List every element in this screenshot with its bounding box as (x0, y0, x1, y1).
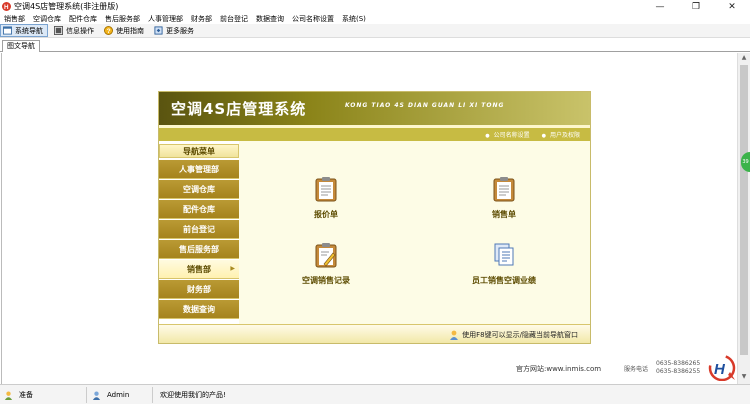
ac-sales-record-label: 空调销售记录 (302, 276, 350, 285)
maximize-button[interactable]: ❐ (678, 0, 714, 13)
user-icon (450, 330, 459, 340)
tab-graphic-navigation[interactable]: 图文导航 (2, 40, 40, 52)
sidebar-item-hr[interactable]: 人事管理部 (159, 160, 239, 179)
more-services-button[interactable]: 更多服务 (152, 24, 198, 37)
phone-number-2: 0635-8386255 (656, 368, 701, 375)
sidebar-item-sales-label: 销售部 (187, 264, 211, 274)
staff-performance-tile[interactable]: 员工销售空调业绩 (449, 242, 559, 302)
menu-item-finance[interactable]: 财务部 (187, 14, 216, 24)
user-guide-label: 使用指南 (116, 26, 144, 35)
panel-links: 公司名称设置 用户及权限 (159, 128, 590, 141)
person-icon (4, 391, 13, 400)
info-icon (54, 26, 63, 35)
documents-icon (494, 243, 514, 266)
sidebar-item-sales[interactable]: 销售部 ▶ (159, 260, 239, 279)
sidebar-item-front-desk[interactable]: 前台登记 (159, 220, 239, 239)
service-phone-label: 服务电话 (624, 366, 649, 373)
menu-item-company-settings[interactable]: 公司名称设置 (288, 14, 338, 24)
service-phone-numbers: 0635-8386265 0635-8386255 (656, 360, 700, 376)
svg-text:H: H (4, 4, 9, 11)
menu-item-front-desk[interactable]: 前台登记 (216, 14, 252, 24)
app-logo-icon: H (2, 2, 11, 11)
navigation-panel: 空调4S店管理系统 KONG TIAO 4S DIAN GUAN LI XI T… (158, 91, 591, 344)
help-icon: ? (104, 26, 113, 35)
info-operation-button[interactable]: 信息操作 (52, 24, 98, 37)
menu-item-system[interactable]: 系统(S) (338, 14, 370, 24)
sidebar-item-ac-warehouse[interactable]: 空调仓库 (159, 180, 239, 199)
info-operation-label: 信息操作 (66, 26, 94, 35)
sidebar-item-data-query[interactable]: 数据查询 (159, 300, 239, 319)
sidebar-item-parts-warehouse[interactable]: 配件仓库 (159, 200, 239, 219)
nav-sidebar: 导航菜单 人事管理部 空调仓库 配件仓库 前台登记 售后服务部 销售部 ▶ 财务… (159, 141, 239, 324)
quotation-label: 报价单 (314, 210, 338, 219)
menu-item-sales[interactable]: 销售部 (0, 14, 29, 24)
official-website: 官方网站:www.inmis.com (516, 365, 602, 373)
status-user: Admin (92, 389, 129, 401)
scroll-thumb[interactable] (740, 65, 748, 355)
toggle-hint-text: 使用F8键可以显示/隐藏当前导航窗口 (462, 331, 578, 339)
system-navigation-label: 系统导航 (15, 26, 43, 35)
status-ready: 准备 (4, 389, 33, 401)
status-ready-text: 准备 (19, 391, 33, 399)
brand-logo-icon: H (708, 355, 736, 381)
sidebar-item-finance[interactable]: 财务部 (159, 280, 239, 299)
status-user-text: Admin (107, 391, 130, 399)
system-pinyin-text: KONG TIAO 4S DIAN GUAN LI XI TONG (345, 102, 505, 109)
clipboard-icon (493, 177, 515, 202)
minimize-button[interactable]: — (642, 0, 678, 13)
menu-item-parts-warehouse[interactable]: 配件仓库 (65, 14, 101, 24)
status-welcome-text: 欢迎使用我们的产品! (160, 391, 226, 399)
tab-strip: 图文导航 (0, 39, 750, 52)
sidebar-item-after-sales[interactable]: 售后服务部 (159, 240, 239, 259)
clipboard-pencil-icon (315, 243, 337, 268)
more-services-label: 更多服务 (166, 26, 194, 35)
sales-order-label: 销售单 (492, 210, 516, 219)
user-guide-button[interactable]: ? 使用指南 (102, 24, 148, 37)
admin-user-icon (92, 391, 101, 400)
ac-sales-record-tile[interactable]: 空调销售记录 (271, 242, 381, 302)
window-title: 空调4S店管理系统(非注册版) (14, 2, 119, 11)
nav-main: 报价单 销售单 空调销售记录 员工销售空调业绩 (239, 141, 590, 324)
svg-text:H: H (714, 361, 726, 378)
floating-badge[interactable]: 39 (741, 152, 750, 172)
phone-number-1: 0635-8386265 (656, 360, 701, 367)
users-permissions-link[interactable]: 用户及权限 (542, 130, 580, 139)
menu-item-ac-warehouse[interactable]: 空调仓库 (29, 14, 65, 24)
system-navigation-button[interactable]: 系统导航 (0, 24, 48, 37)
scroll-down-icon[interactable]: ▼ (738, 373, 750, 383)
chevron-right-icon: ▶ (230, 265, 235, 272)
staff-performance-label: 员工销售空调业绩 (472, 276, 536, 285)
clipboard-icon (315, 177, 337, 202)
quotation-tile[interactable]: 报价单 (271, 176, 381, 236)
menu-item-data-query[interactable]: 数据查询 (252, 14, 288, 24)
company-name-settings-link[interactable]: 公司名称设置 (485, 130, 530, 139)
title-bar: H 空调4S店管理系统(非注册版) — ❐ ✕ (0, 0, 750, 13)
svg-text:?: ? (107, 28, 111, 35)
status-bar: 准备 Admin 欢迎使用我们的产品! (0, 384, 750, 404)
nav-menu-title: 导航菜单 (159, 144, 239, 158)
menu-item-after-sales[interactable]: 售后服务部 (101, 14, 144, 24)
navigation-icon (3, 26, 12, 35)
service-icon (154, 26, 163, 35)
menu-item-hr[interactable]: 人事管理部 (144, 14, 187, 24)
sales-order-tile[interactable]: 销售单 (449, 176, 559, 236)
vertical-scrollbar[interactable]: ▲ ▼ (737, 53, 750, 384)
close-button[interactable]: ✕ (714, 0, 750, 13)
panel-footer: 使用F8键可以显示/隐藏当前导航窗口 (159, 324, 590, 343)
toggle-hint: 使用F8键可以显示/隐藏当前导航窗口 (449, 330, 578, 340)
menu-bar: 销售部 空调仓库 配件仓库 售后服务部 人事管理部 财务部 前台登记 数据查询 … (0, 13, 750, 24)
status-welcome: 欢迎使用我们的产品! (160, 389, 226, 401)
panel-header: 空调4S店管理系统 KONG TIAO 4S DIAN GUAN LI XI T… (159, 92, 590, 125)
system-logo-text: 空调4S店管理系统 (171, 100, 307, 118)
toolbar: 系统导航 信息操作 ? 使用指南 更多服务 (0, 24, 750, 38)
scroll-up-icon[interactable]: ▲ (738, 54, 750, 64)
